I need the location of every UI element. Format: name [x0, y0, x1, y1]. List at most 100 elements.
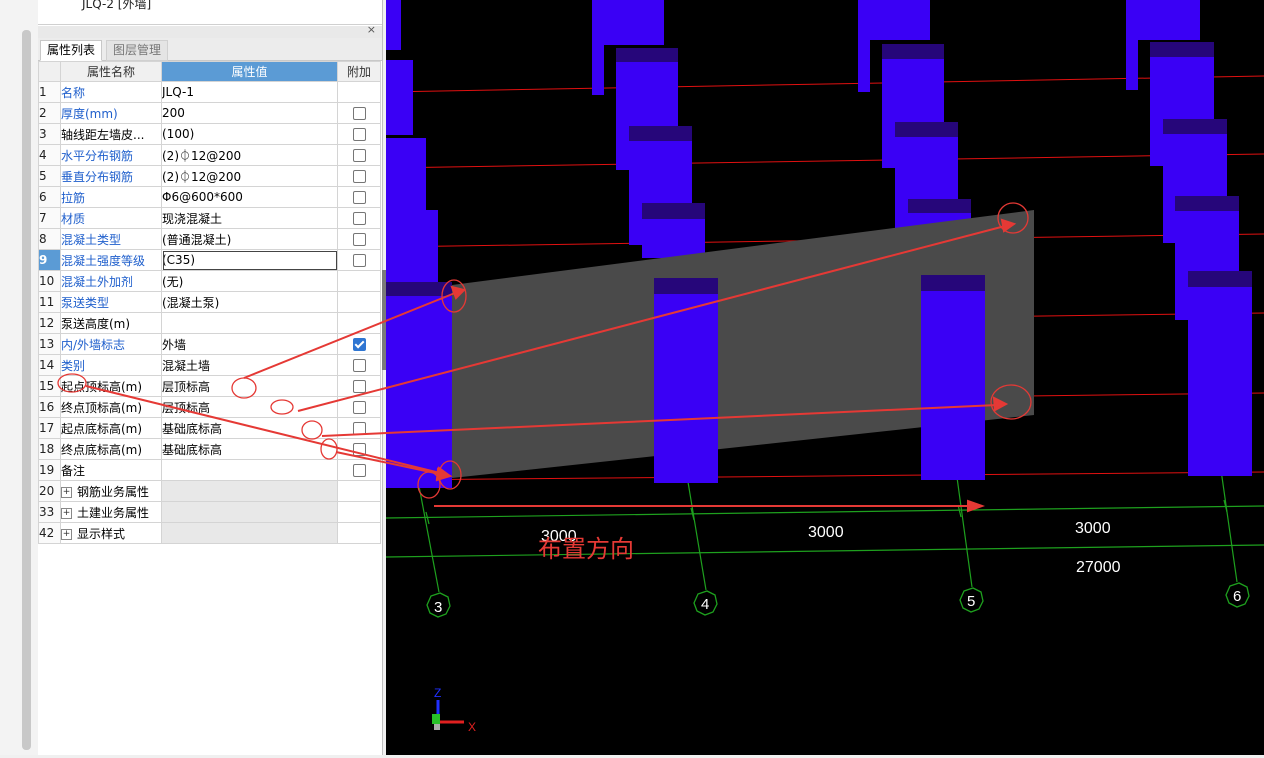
close-icon[interactable]: ×	[367, 23, 376, 36]
column[interactable]	[642, 218, 705, 258]
table-row[interactable]: 6 拉筋 Φ6@600*600	[38, 186, 381, 208]
property-value[interactable]	[161, 459, 338, 481]
table-row[interactable]: 10 混凝土外加剂 (无)	[38, 270, 381, 292]
property-value[interactable]: 现浇混凝土	[161, 207, 338, 229]
property-value[interactable]: (2)⏀12@200	[161, 165, 338, 187]
extra-cell	[337, 375, 381, 397]
table-row[interactable]: 33 + 土建业务属性	[38, 501, 381, 523]
property-name: 轴线距左墙皮...	[60, 123, 162, 145]
left-scrollbar[interactable]	[22, 30, 31, 750]
column[interactable]	[386, 138, 426, 213]
property-value[interactable]: 混凝土墙	[161, 354, 338, 376]
row-number: 15	[38, 375, 61, 397]
property-value[interactable]: (C35)	[161, 249, 338, 271]
extra-cell	[337, 144, 381, 166]
table-row[interactable]: 11 泵送类型 (混凝土泵)	[38, 291, 381, 313]
extra-checkbox[interactable]	[352, 254, 366, 267]
table-row[interactable]: 20 + 钢筋业务属性	[38, 480, 381, 502]
column-axis-4[interactable]	[654, 293, 718, 483]
column[interactable]	[386, 0, 401, 50]
extra-checkbox[interactable]	[352, 338, 366, 351]
table-row[interactable]: 3 轴线距左墙皮... (100)	[38, 123, 381, 145]
table-row[interactable]: 4 水平分布钢筋 (2)⏀12@200	[38, 144, 381, 166]
property-value[interactable]: 层顶标高	[161, 375, 338, 397]
property-group-name[interactable]: + 钢筋业务属性	[60, 480, 162, 502]
property-name: 混凝土类型	[60, 228, 162, 250]
expand-plus-icon[interactable]: +	[61, 486, 72, 498]
table-row[interactable]: 5 垂直分布钢筋 (2)⏀12@200	[38, 165, 381, 187]
extra-checkbox[interactable]	[352, 359, 366, 372]
table-row[interactable]: 17 起点底标高(m) 基础底标高	[38, 417, 381, 439]
extra-checkbox[interactable]	[352, 212, 366, 225]
property-value[interactable]: 200	[161, 102, 338, 124]
table-row[interactable]: 2 厚度(mm) 200	[38, 102, 381, 124]
extra-checkbox[interactable]	[352, 191, 366, 204]
column-top	[1175, 196, 1239, 211]
property-group-name[interactable]: + 土建业务属性	[60, 501, 162, 523]
extra-checkbox[interactable]	[352, 107, 366, 120]
table-row[interactable]: 42 + 显示样式	[38, 522, 381, 544]
column[interactable]	[386, 210, 438, 290]
axis-label-6: 6	[1233, 588, 1241, 605]
expand-plus-icon[interactable]: +	[61, 528, 72, 540]
column-axis-3[interactable]	[386, 290, 452, 488]
table-row[interactable]: 13 内/外墙标志 外墙	[38, 333, 381, 355]
3d-scene[interactable]: 3000 3000 3000 27000 布置方向 3 4 5 6 Z X	[385, 0, 1264, 755]
extra-checkbox[interactable]	[352, 233, 366, 246]
property-value[interactable]: 基础底标高	[161, 417, 338, 439]
column[interactable]	[592, 0, 604, 95]
column[interactable]	[870, 0, 930, 40]
property-value[interactable]: (普通混凝土)	[161, 228, 338, 250]
column[interactable]	[858, 0, 870, 92]
column-axis-5[interactable]	[921, 290, 985, 480]
property-value[interactable]: (2)⏀12@200	[161, 144, 338, 166]
column[interactable]	[604, 0, 664, 45]
row-number: 7	[38, 207, 61, 229]
property-value[interactable]: (100)	[161, 123, 338, 145]
3d-viewport[interactable]: 3000 3000 3000 27000 布置方向 3 4 5 6 Z X	[385, 0, 1264, 755]
extra-checkbox[interactable]	[352, 443, 366, 456]
row-number: 20	[38, 480, 61, 502]
table-row[interactable]: 12 泵送高度(m)	[38, 312, 381, 334]
extra-checkbox[interactable]	[352, 170, 366, 183]
column-top	[1150, 42, 1214, 57]
table-row[interactable]: 9 混凝土强度等级 (C35)	[38, 249, 381, 271]
extra-checkbox[interactable]	[352, 464, 366, 477]
tree-item-jlq-2[interactable]: JLQ-2 [外墙]	[82, 0, 151, 12]
property-value[interactable]: 层顶标高	[161, 396, 338, 418]
table-row[interactable]: 14 类别 混凝土墙	[38, 354, 381, 376]
property-value[interactable]: Φ6@600*600	[161, 186, 338, 208]
extra-checkbox[interactable]	[352, 422, 366, 435]
extra-checkbox[interactable]	[352, 401, 366, 414]
property-value[interactable]: 基础底标高	[161, 438, 338, 460]
row-number: 6	[38, 186, 61, 208]
table-row[interactable]: 7 材质 现浇混凝土	[38, 207, 381, 229]
property-group-name[interactable]: + 显示样式	[60, 522, 162, 544]
column[interactable]	[1138, 0, 1200, 40]
property-value[interactable]	[161, 312, 338, 334]
tab-property-list[interactable]: 属性列表	[40, 40, 103, 61]
expand-plus-icon[interactable]: +	[61, 507, 72, 519]
panel-title-bar: ×	[38, 23, 382, 38]
table-row[interactable]: 16 终点顶标高(m) 层顶标高	[38, 396, 381, 418]
property-value[interactable]: 外墙	[161, 333, 338, 355]
property-value[interactable]: (无)	[161, 270, 338, 292]
extra-checkbox[interactable]	[352, 380, 366, 393]
table-row[interactable]: 1 名称 JLQ-1	[38, 81, 381, 103]
property-table: 属性名称 属性值 附加 1 名称 JLQ-1 2 厚度(mm) 200 3 轴线距左墙皮...…	[38, 61, 381, 544]
table-row[interactable]: 15 起点顶标高(m) 层顶标高	[38, 375, 381, 397]
property-value[interactable]: (混凝土泵)	[161, 291, 338, 313]
column-axis-6[interactable]	[1188, 286, 1252, 476]
table-row[interactable]: 18 终点底标高(m) 基础底标高	[38, 438, 381, 460]
row-number: 16	[38, 396, 61, 418]
extra-checkbox[interactable]	[352, 128, 366, 141]
table-row[interactable]: 19 备注	[38, 459, 381, 481]
property-value[interactable]: JLQ-1	[161, 81, 338, 103]
table-row[interactable]: 8 混凝土类型 (普通混凝土)	[38, 228, 381, 250]
extra-cell	[337, 417, 381, 439]
column[interactable]	[386, 60, 413, 135]
column[interactable]	[1126, 0, 1138, 90]
extra-checkbox[interactable]	[352, 149, 366, 162]
tab-layer-management[interactable]: 图层管理	[106, 40, 169, 61]
panel-tabs: 属性列表 图层管理	[38, 38, 382, 61]
